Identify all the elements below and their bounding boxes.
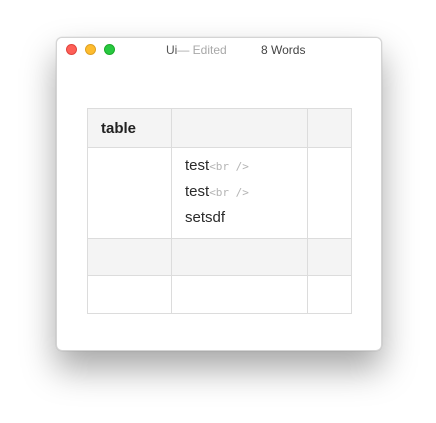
- title-bar[interactable]: Ui— Edited 8 Words: [57, 38, 381, 60]
- text-line: test<br />: [185, 182, 307, 208]
- table-cell[interactable]: [307, 275, 352, 314]
- table-cell-content[interactable]: test<br /> test<br /> setsdf: [171, 147, 308, 239]
- table-cell[interactable]: [171, 238, 308, 276]
- table-cell[interactable]: [307, 147, 352, 239]
- table-cell[interactable]: [307, 238, 352, 276]
- desktop: Ui— Edited 8 Words table test<br /> test…: [0, 0, 436, 423]
- line-text: test: [185, 183, 210, 200]
- table-cell[interactable]: [87, 147, 172, 239]
- table-cell[interactable]: [171, 275, 308, 314]
- table-cell[interactable]: [171, 108, 308, 148]
- window-title: Ui— Edited: [166, 43, 227, 57]
- maximize-window-icon[interactable]: [104, 44, 115, 55]
- window-controls: [66, 44, 115, 55]
- table-cell[interactable]: table: [87, 108, 172, 148]
- editor-window: Ui— Edited 8 Words table test<br /> test…: [56, 37, 382, 351]
- line-text: setsdf: [185, 209, 226, 226]
- table-row: [87, 275, 352, 314]
- table-cell[interactable]: [307, 108, 352, 148]
- word-count: 8 Words: [261, 43, 306, 57]
- line-break-tag: <br />: [209, 160, 249, 173]
- document-name: Ui: [166, 43, 178, 57]
- close-window-icon[interactable]: [66, 44, 77, 55]
- table-cell[interactable]: [87, 275, 172, 314]
- text-line: setsdf: [185, 208, 307, 234]
- table-row: table: [87, 108, 352, 148]
- table-cell[interactable]: [87, 238, 172, 276]
- table-row: test<br /> test<br /> setsdf: [87, 147, 352, 239]
- text-line: test<br />: [185, 156, 307, 182]
- document-table: table test<br /> test<br /> setsdf: [87, 108, 352, 314]
- cell-text-block: test<br /> test<br /> setsdf: [185, 148, 307, 234]
- table-header-text: table: [101, 120, 137, 137]
- line-text: test: [185, 157, 210, 174]
- line-break-tag: <br />: [209, 186, 249, 199]
- edited-status: — Edited: [177, 43, 227, 57]
- table-row: [87, 238, 352, 276]
- minimize-window-icon[interactable]: [85, 44, 96, 55]
